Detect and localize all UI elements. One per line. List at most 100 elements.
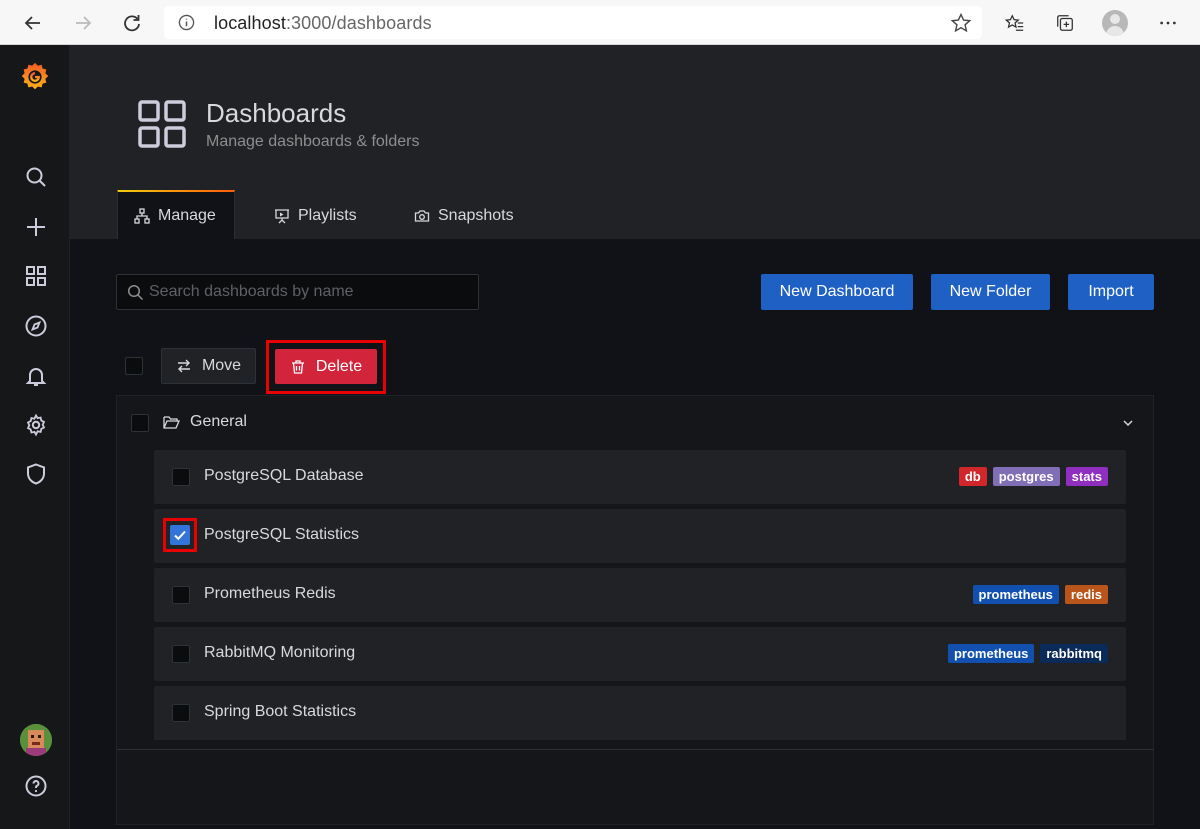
tag[interactable]: db [958,467,987,486]
side-menu [0,45,70,829]
tab-snapshots[interactable]: Snapshots [414,192,514,239]
main-content: Dashboards Manage dashboards & folders M… [70,45,1200,829]
exchange-icon [177,359,190,373]
dashboard-title: RabbitMQ Monitoring [204,644,356,661]
tag-list: prometheus rabbitmq [947,644,1108,663]
dashboard-checkbox[interactable] [172,704,190,722]
more-icon [1160,21,1176,25]
tag[interactable]: prometheus [947,644,1035,663]
delete-label: Delete [315,357,363,375]
tag-list: prometheus redis [972,585,1108,604]
folder-checkbox[interactable] [131,414,149,432]
dashboard-title: Spring Boot Statistics [204,703,357,720]
cog-icon [26,413,46,437]
new-folder-button[interactable]: New Folder [931,274,1050,310]
dashboard-checkbox[interactable] [172,586,190,604]
tag[interactable]: postgres [992,467,1060,486]
dashboard-row[interactable]: Spring Boot Statistics [154,686,1126,740]
move-button[interactable]: Move [161,348,256,384]
tag[interactable]: prometheus [972,585,1059,604]
select-all-checkbox[interactable] [125,357,143,375]
url-host: localhost [214,13,286,33]
alerting-nav-button[interactable] [23,363,49,389]
dashboard-row[interactable]: RabbitMQ Monitoring prometheus rabbitmq [154,627,1126,681]
user-avatar-icon [20,724,52,756]
search-icon [127,284,144,301]
page-header: Dashboards Manage dashboards & folders M… [70,45,1200,239]
page-title: Dashboards [206,98,347,128]
presentation-icon [275,208,289,223]
folder-open-icon [163,416,180,429]
new-dashboard-button[interactable]: New Dashboard [761,274,913,310]
tag[interactable]: rabbitmq [1040,644,1108,663]
dashboard-checkbox[interactable] [172,645,190,663]
forward-button[interactable] [68,8,98,38]
tab-manage-label: Manage [158,206,216,224]
more-menu-button[interactable] [1153,8,1183,38]
plus-icon [27,218,45,236]
shield-icon [27,463,45,485]
tab-manage[interactable]: Manage [117,190,235,239]
arrow-right-icon [76,16,92,30]
back-button[interactable] [18,8,48,38]
address-bar[interactable]: localhost:3000/dashboards [164,6,982,39]
dashboard-checkbox-checked[interactable] [170,525,190,545]
search-nav-button[interactable] [23,164,49,190]
folder-name: General [190,413,247,430]
tab-playlists[interactable]: Playlists [274,192,357,239]
chevron-down-icon[interactable] [1121,416,1135,430]
help-icon [25,775,47,797]
browser-profile-avatar[interactable] [1102,10,1128,36]
import-button[interactable]: Import [1068,274,1154,310]
dashboard-list: General PostgreSQL Database db postgres … [116,395,1154,825]
arrow-left-icon [24,16,40,30]
page-subtitle: Manage dashboards & folders [206,133,420,150]
search-icon [26,167,46,187]
grafana-logo[interactable] [17,59,53,95]
search-input[interactable] [149,275,469,309]
server-admin-nav-button[interactable] [23,461,49,487]
collections-button[interactable] [1050,8,1080,38]
tab-snapshots-label: Snapshots [438,206,514,224]
create-nav-button[interactable] [23,214,49,240]
user-avatar[interactable] [20,724,52,756]
tag[interactable]: stats [1065,467,1108,486]
url-path: :3000/dashboards [285,13,432,33]
dashboard-title: PostgreSQL Statistics [204,526,360,543]
dashboards-header-icon [138,100,186,148]
trash-icon [291,359,304,374]
browser-toolbar: localhost:3000/dashboards [0,0,1200,45]
explore-nav-button[interactable] [23,313,49,339]
info-icon[interactable] [178,14,195,31]
check-icon [174,530,186,541]
list-divider [117,749,1153,750]
dashboard-title: PostgreSQL Database [204,467,364,484]
camera-icon [414,209,430,222]
dashboard-row[interactable]: PostgreSQL Statistics [154,509,1126,563]
help-nav-button[interactable] [23,773,49,799]
tag-list: db postgres stats [958,467,1108,486]
reload-button[interactable] [117,8,147,38]
dashboards-nav-button[interactable] [23,263,49,289]
url-text[interactable]: localhost:3000/dashboards [214,13,432,34]
tab-playlists-label: Playlists [298,206,357,224]
configuration-nav-button[interactable] [23,412,49,438]
dashboard-title: Prometheus Redis [204,585,336,602]
dashboard-row[interactable]: Prometheus Redis prometheus redis [154,568,1126,622]
grafana-logo-icon [21,62,49,90]
sitemap-icon [134,207,150,224]
dashboard-checkbox[interactable] [172,468,190,486]
apps-icon [26,266,46,286]
favorites-icon [1005,14,1024,31]
star-icon[interactable] [950,12,972,34]
move-label: Move [201,357,242,374]
dashboard-row[interactable]: PostgreSQL Database db postgres stats [154,450,1126,504]
search-box [116,274,479,310]
folder-row[interactable]: General [117,396,1153,450]
delete-button[interactable]: Delete [275,349,377,384]
bell-icon [25,368,47,386]
collections-icon [1057,15,1073,31]
tag[interactable]: redis [1064,585,1108,604]
favorites-button[interactable] [1000,8,1030,38]
reload-icon [124,15,140,32]
